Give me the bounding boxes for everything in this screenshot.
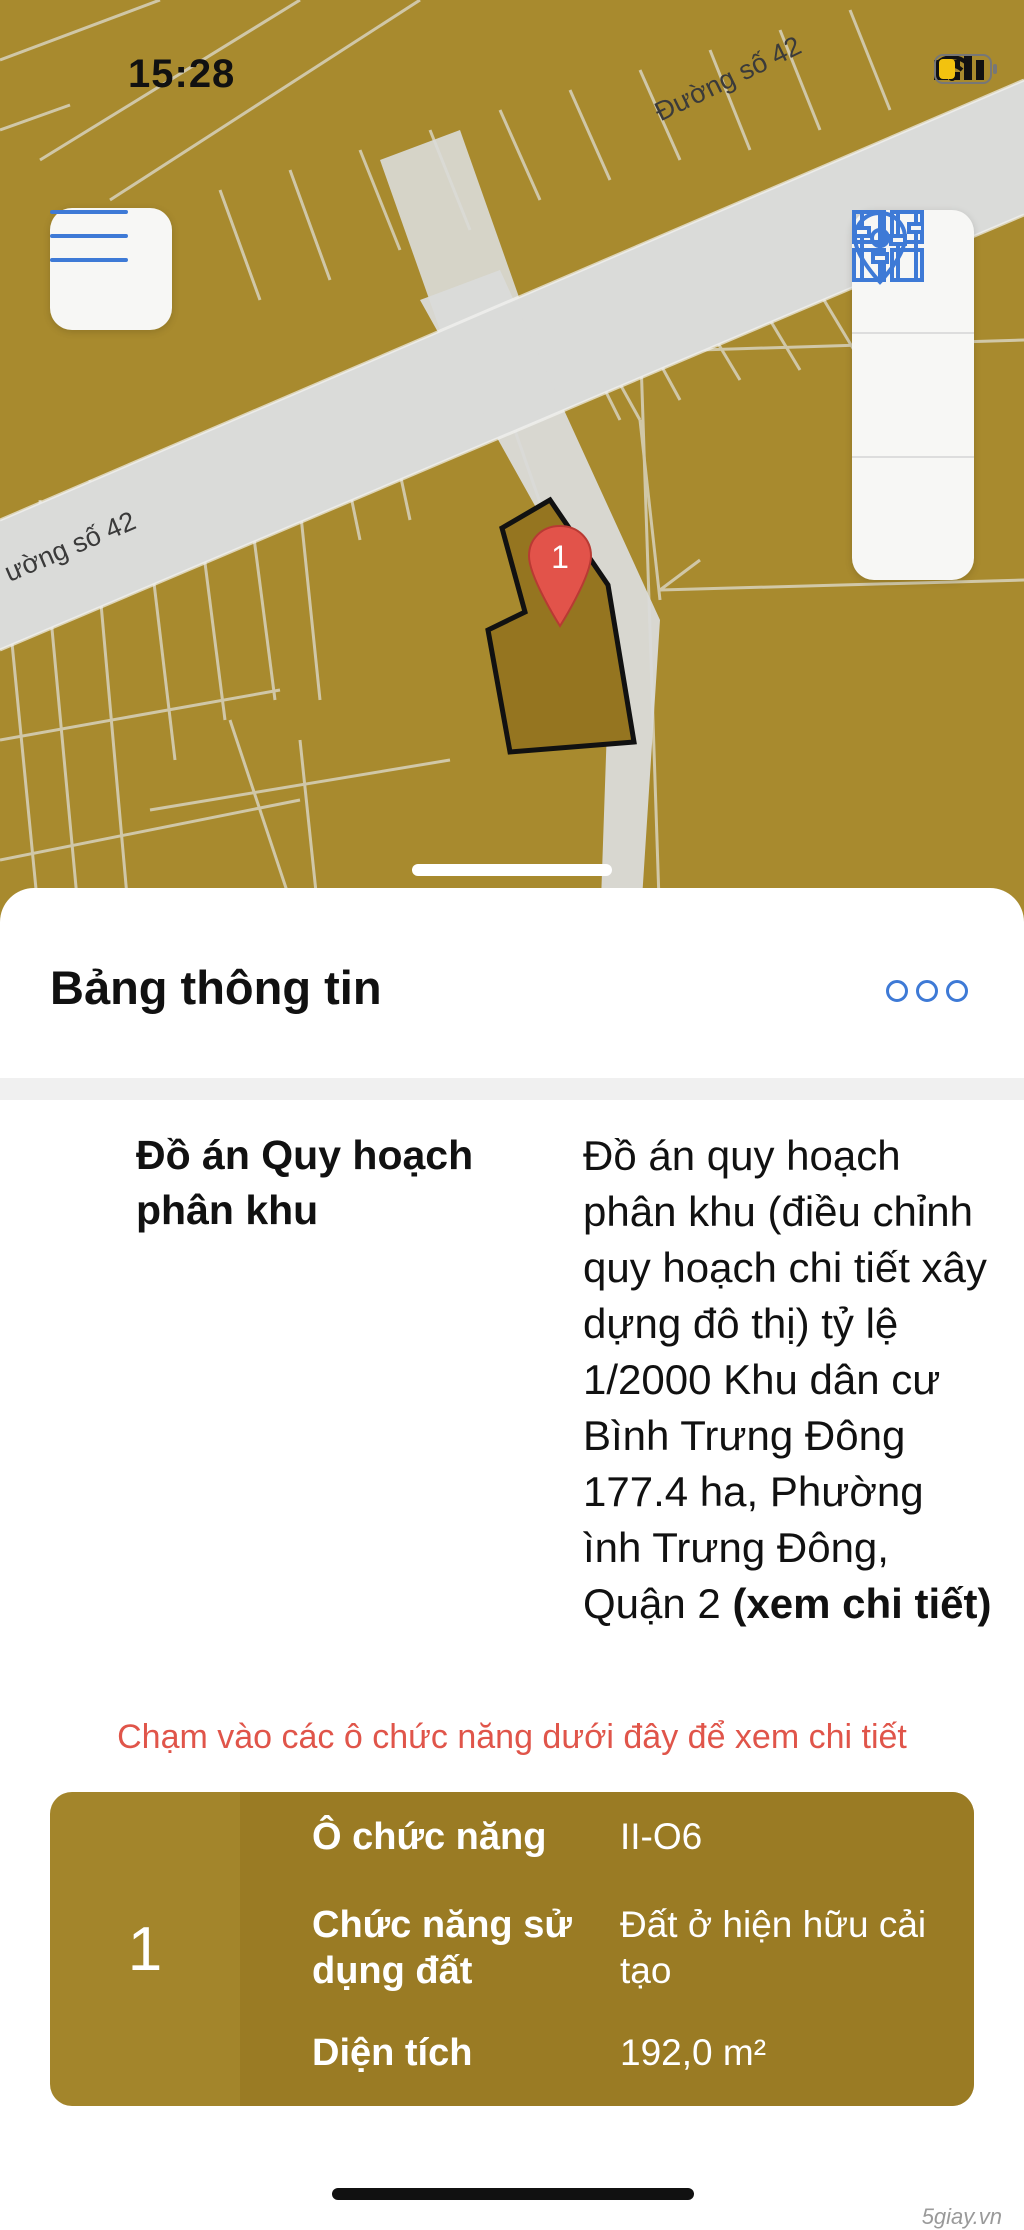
status-time: 15:28 xyxy=(128,52,236,96)
more-dot xyxy=(916,980,938,1002)
sheet-title: Bảng thông tin xyxy=(50,961,382,1014)
zone-key: Chức năng sử dụng đất xyxy=(312,1904,572,1992)
zone-index: 1 xyxy=(127,1914,163,1984)
filters-button[interactable] xyxy=(852,212,974,580)
zone-card[interactable]: 1 Ô chức năng II-O6 Chức năng sử dụng đấ… xyxy=(50,1792,974,2106)
plan-value: Đồ án quy hoạch phân khu (điều chỉnh quy… xyxy=(583,1128,993,1632)
map-tool-stack xyxy=(852,210,974,580)
info-sheet: Bảng thông tin Đồ án Quy hoạch phân khu … xyxy=(0,888,1024,2229)
plan-detail-link[interactable]: (xem chi tiết) xyxy=(732,1580,991,1627)
more-dot xyxy=(886,980,908,1002)
sheet-header: Bảng thông tin xyxy=(0,888,1024,1078)
sheet-grabber[interactable] xyxy=(412,864,612,876)
more-dot xyxy=(946,980,968,1002)
home-indicator[interactable] xyxy=(332,2188,694,2200)
menu-button[interactable] xyxy=(50,208,172,330)
watermark: 5giay.vn xyxy=(921,2204,1002,2229)
zone-value: Đất ở hiện hữu cải tạo xyxy=(620,1904,927,1991)
map-view[interactable]: Đường số 42 ường số 42 15:28 1 xyxy=(0,0,1024,930)
zone-key: Diện tích xyxy=(312,2032,473,2074)
marker-pin-label: 1 xyxy=(551,539,569,575)
zone-key: Ô chức năng xyxy=(312,1816,547,1858)
plan-label: Đồ án Quy hoạch phân khu xyxy=(136,1132,474,1233)
sliders-icon xyxy=(853,212,924,280)
more-dots-icon[interactable] xyxy=(886,980,968,1002)
zone-value: 192,0 m² xyxy=(620,2032,767,2073)
section-divider xyxy=(0,1078,1024,1100)
zone-details: Ô chức năng II-O6 Chức năng sử dụng đất … xyxy=(240,1792,974,2106)
hamburger-menu-icon xyxy=(50,210,128,262)
zone-value: II-O6 xyxy=(620,1816,703,1857)
hint-text: Chạm vào các ô chức năng dưới đây để xem… xyxy=(117,1718,907,1756)
plan-description: Đồ án quy hoạch phân khu (điều chỉnh quy… xyxy=(583,1132,987,1627)
marker-pin-icon: 1 xyxy=(527,524,593,628)
battery-icon xyxy=(934,54,997,84)
location-button[interactable] xyxy=(852,210,974,458)
